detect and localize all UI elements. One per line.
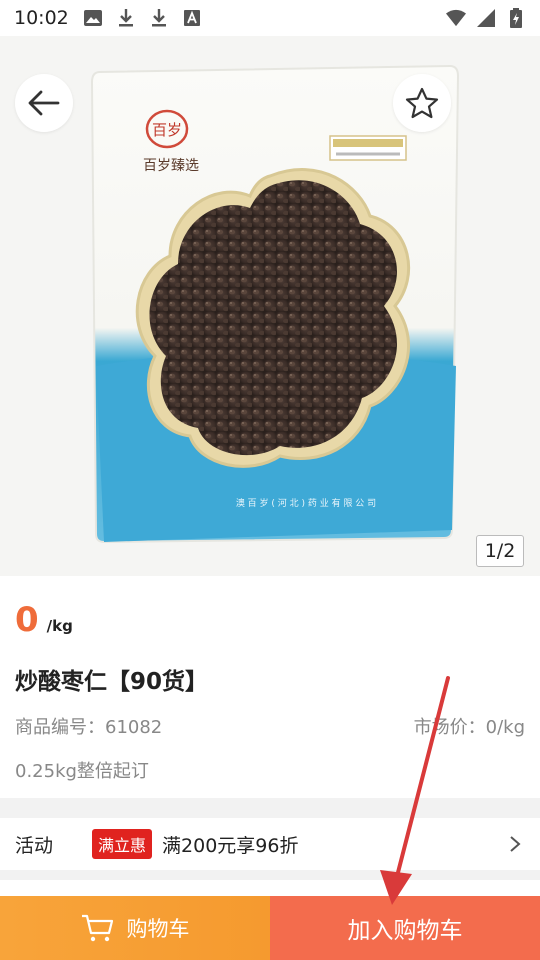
minimum-order: 0.25kg整倍起订 — [15, 761, 149, 782]
star-icon — [405, 87, 439, 119]
cart-icon — [81, 914, 113, 942]
price-unit: /kg — [46, 617, 73, 635]
notification-icons — [83, 8, 202, 28]
arrow-left-icon — [28, 90, 60, 116]
product-gallery[interactable]: 百岁 百岁臻选 澳 百 岁 ( 河 北 ) 药 业 有 限 公 司 1/2 — [0, 36, 540, 576]
svg-text:百岁: 百岁 — [152, 121, 182, 139]
bottom-action-bar: 购物车 加入购物车 — [0, 896, 540, 960]
battery-charging-icon — [506, 8, 526, 28]
signal-icon — [476, 8, 496, 28]
system-icons — [446, 8, 526, 28]
download-icon — [149, 8, 169, 28]
product-title: 炒酸枣仁【90货】 — [15, 669, 209, 695]
section-divider — [0, 870, 540, 896]
status-bar: 10:02 — [0, 0, 540, 36]
promotion-badge: 满立惠 — [92, 829, 153, 859]
favorite-button[interactable] — [393, 74, 451, 132]
image-pager: 1/2 — [476, 535, 524, 567]
image-icon — [83, 8, 103, 28]
add-to-cart-button[interactable]: 加入购物车 — [270, 896, 540, 960]
bag-brand-text: 百岁臻选 — [143, 158, 199, 174]
product-code: 商品编号：61082 — [15, 717, 163, 738]
back-button[interactable] — [15, 74, 73, 132]
download-icon — [116, 8, 136, 28]
add-to-cart-label: 加入购物车 — [347, 918, 463, 944]
market-price: 市场价：0/kg — [413, 717, 525, 738]
promotion-text: 满200元享96折 — [162, 834, 299, 857]
promotion-label: 活动 — [15, 834, 54, 857]
bag-manufacturer-text: 澳 百 岁 ( 河 北 ) 药 业 有 限 公 司 — [236, 497, 376, 509]
product-image: 百岁 百岁臻选 澳 百 岁 ( 河 北 ) 药 业 有 限 公 司 — [0, 36, 540, 576]
price-row: 0 /kg — [15, 600, 73, 640]
chevron-right-icon — [505, 834, 525, 854]
price-value: 0 — [15, 600, 39, 640]
cart-button[interactable]: 购物车 — [0, 896, 270, 960]
cart-button-label: 购物车 — [126, 917, 190, 941]
promotion-row[interactable]: 活动 满立惠 满200元享96折 — [0, 818, 540, 870]
product-info: 0 /kg 炒酸枣仁【90货】 商品编号：61082 市场价：0/kg 0.25… — [0, 576, 540, 798]
wifi-icon — [446, 8, 466, 28]
text-a-icon — [182, 8, 202, 28]
status-time: 10:02 — [14, 7, 69, 29]
